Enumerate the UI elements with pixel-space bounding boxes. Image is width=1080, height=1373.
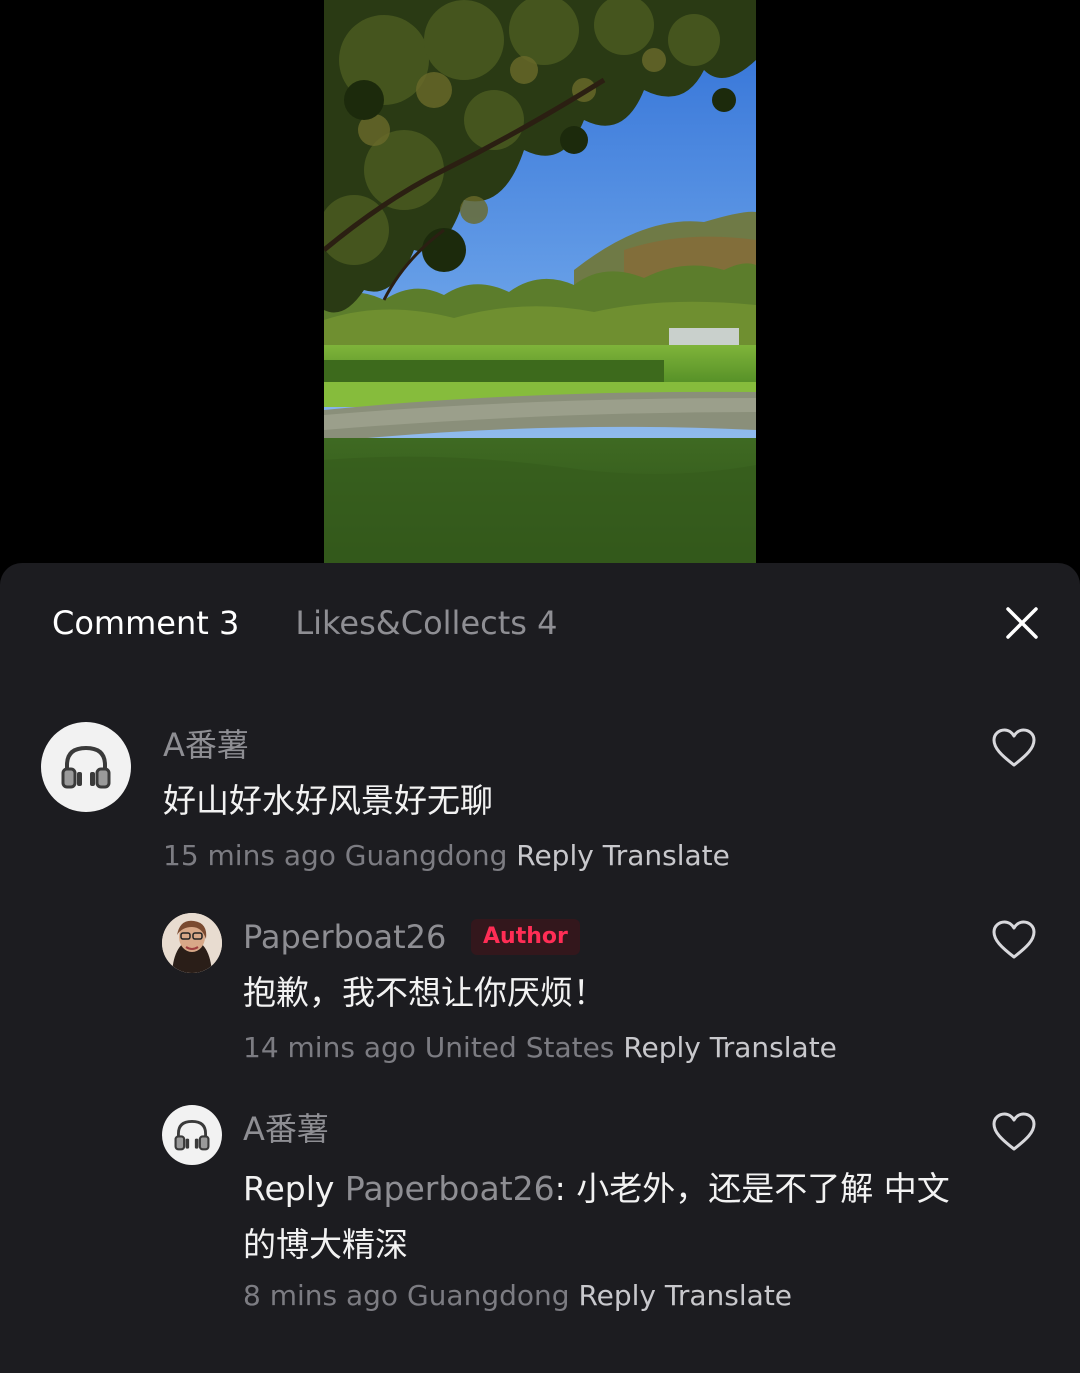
sheet-tabs: Comment 3 Likes&Collects 4 — [52, 601, 557, 645]
avatar[interactable] — [41, 722, 131, 812]
reply-time: 14 mins ago — [243, 1031, 416, 1064]
comment-time: 15 mins ago — [163, 839, 336, 872]
translate-button[interactable]: Translate — [710, 1031, 837, 1064]
tab-comments[interactable]: Comment 3 — [52, 601, 239, 645]
comment-meta: 15 mins ago Guangdong Reply Translate — [163, 837, 730, 875]
comment-item: A番薯 好山好水好风景好无聊 15 mins ago Guangdong Rep… — [0, 703, 1080, 883]
reply-meta: 8 mins ago Guangdong Reply Translate — [243, 1277, 792, 1315]
reply-meta: 14 mins ago United States Reply Translat… — [243, 1029, 837, 1067]
author-badge: Author — [471, 919, 580, 955]
like-button[interactable] — [991, 727, 1037, 769]
comments-sheet: Comment 3 Likes&Collects 4 A番薯 好山好水好风景好无… — [0, 563, 1080, 1373]
reply-item: Paperboat26 Author 抱歉，我不想让你厌烦！ 14 mins a… — [0, 903, 1080, 1073]
close-button[interactable] — [1000, 601, 1044, 645]
landscape-photo — [324, 0, 756, 563]
headphones-icon — [174, 1119, 210, 1151]
reply-button[interactable]: Reply — [623, 1031, 701, 1064]
headphones-icon — [61, 745, 111, 789]
comment-text: 好山好水好风景好无聊 — [163, 781, 493, 820]
post-media[interactable] — [324, 0, 756, 563]
reply-item: A番薯 Reply Paperboat26: 小老外，还是不了解 中文的博大精深… — [0, 1095, 1080, 1325]
like-button[interactable] — [991, 1111, 1037, 1153]
reply-target-username[interactable]: Paperboat26 — [345, 1169, 555, 1208]
heart-icon — [992, 920, 1036, 959]
reply-location: Guangdong — [406, 1279, 570, 1312]
like-button[interactable] — [991, 919, 1037, 961]
translate-button[interactable]: Translate — [665, 1279, 792, 1312]
close-icon — [1006, 607, 1038, 639]
reply-button[interactable]: Reply — [516, 839, 594, 872]
comment-location: Guangdong — [344, 839, 508, 872]
reply-button[interactable]: Reply — [578, 1279, 656, 1312]
reply-location: United States — [424, 1031, 615, 1064]
translate-button[interactable]: Translate — [603, 839, 730, 872]
reply-username[interactable]: A番薯 — [243, 1107, 329, 1151]
tab-likes-collects[interactable]: Likes&Collects 4 — [295, 601, 557, 645]
comment-username[interactable]: A番薯 — [163, 723, 249, 767]
reply-text: Reply Paperboat26: 小老外，还是不了解 中文的博大精深 — [243, 1161, 963, 1273]
heart-icon — [992, 1112, 1036, 1151]
reply-time: 8 mins ago — [243, 1279, 399, 1312]
heart-icon — [992, 728, 1036, 767]
avatar[interactable] — [162, 913, 222, 973]
app-root: Comment 3 Likes&Collects 4 A番薯 好山好水好风景好无… — [0, 0, 1080, 1373]
avatar[interactable] — [162, 1105, 222, 1165]
reply-prefix-label: Reply — [243, 1169, 335, 1208]
reply-username[interactable]: Paperboat26 — [243, 915, 446, 959]
reply-text: 抱歉，我不想让你厌烦！ — [243, 973, 606, 1012]
author-avatar-photo — [162, 913, 222, 973]
